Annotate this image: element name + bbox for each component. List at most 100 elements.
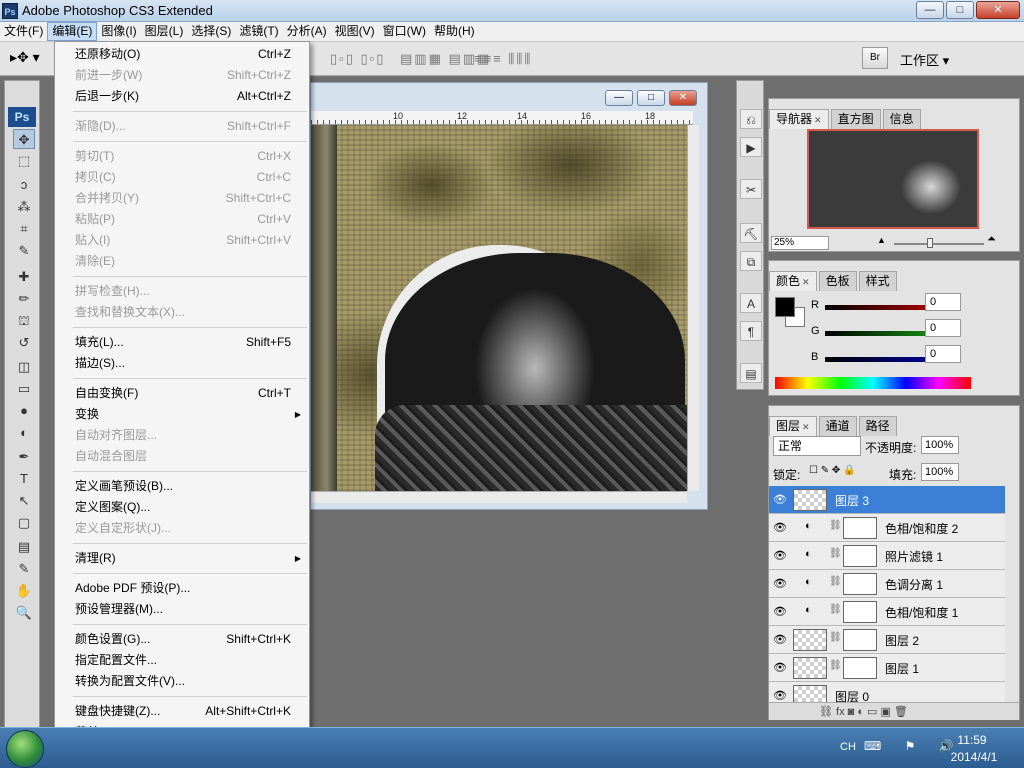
color-spectrum[interactable] [775,377,971,389]
zoom-slider[interactable] [894,243,984,245]
eye-icon[interactable]: 👁 [773,605,787,618]
bridge-button[interactable]: Br [862,47,888,69]
edit-menu-item[interactable]: 后退一步(K) Alt+Ctrl+Z [55,86,309,107]
tab-paths[interactable]: 路径 [858,416,897,436]
menu-8[interactable]: 窗口(W) [379,22,430,41]
language-indicator[interactable]: CH [840,741,856,753]
tab-layers[interactable]: 图层 ✕ [769,416,817,436]
vertical-scrollbar[interactable] [687,125,699,491]
zoom-slider-handle[interactable] [927,238,933,248]
edit-menu-item[interactable]: Adobe PDF 预设(P)... [55,578,309,599]
edit-menu-item[interactable]: 键盘快捷键(Z)... Alt+Shift+Ctrl+K [55,701,309,722]
menu-9[interactable]: 帮助(H) [430,22,479,41]
brush-icon[interactable]: ✏ [13,289,35,309]
edit-menu-item[interactable]: 描边(S)... [55,353,309,374]
type-icon[interactable]: T [13,469,35,489]
paragraph-icon[interactable]: ¶ [740,321,762,341]
eye-icon[interactable]: 👁 [773,689,787,702]
healing-icon[interactable]: ✚ [13,267,35,287]
tab-navigator[interactable]: 导航器 ✕ [769,109,829,129]
dodge-icon[interactable]: ◐ [13,423,35,443]
link-icon[interactable]: ⛓ [829,548,842,559]
menu-1[interactable]: 编辑(E) [47,22,98,41]
layer-mask-thumbnail[interactable] [843,657,877,679]
start-button[interactable] [6,730,44,768]
layer-row[interactable]: 👁 图层 3 [769,486,1005,514]
shape-icon[interactable]: ▢ [13,513,35,533]
layer-mask-thumbnail[interactable] [843,517,877,539]
edit-menu-item[interactable]: 清理(R) ▶ [55,548,309,569]
menu-4[interactable]: 选择(S) [187,22,235,41]
gradient-icon[interactable]: ▭ [13,379,35,399]
close-button[interactable]: ✕ [976,1,1020,19]
blend-mode-select[interactable]: 正常 [773,436,861,456]
doc-maximize-button[interactable]: □ [637,90,665,106]
lock-icons[interactable]: ☐ ✎ ✥ 🔒 [809,465,856,476]
eyedropper-icon[interactable]: ✎ [13,241,35,261]
edit-menu-item[interactable]: 自由变换(F) Ctrl+T [55,383,309,404]
edit-menu-item[interactable]: 预设管理器(M)... [55,599,309,620]
link-icon[interactable]: ⛓ [829,632,842,643]
edit-menu-item[interactable]: 转换为配置文件(V)... [55,671,309,692]
eraser-icon[interactable]: ◫ [13,357,35,377]
lasso-icon[interactable]: ↄ [13,175,35,195]
tab-styles[interactable]: 样式 [858,271,897,291]
layer-thumbnail[interactable] [793,489,827,511]
tab-color[interactable]: 颜色 ✕ [769,271,817,291]
edit-menu-item[interactable]: 变换 ▶ [55,404,309,425]
distribute-buttons[interactable]: ≡≡≡ ⫼⫼⫼ [474,51,532,67]
menu-3[interactable]: 图层(L) [141,22,188,41]
pen-icon[interactable]: ✒ [13,447,35,467]
eye-icon[interactable]: 👁 [773,549,787,562]
tool-preset-picker[interactable]: ▸✥ ▾ [10,49,48,69]
image-canvas[interactable] [311,125,687,491]
fill-field[interactable]: 100% [921,463,959,481]
maximize-button[interactable]: □ [946,1,974,19]
zoom-in-icon[interactable]: ⏶ [987,233,996,246]
layer-mask-thumbnail[interactable] [843,601,877,623]
notes-icon[interactable]: ▤ [13,537,35,557]
minimize-button[interactable]: — [916,1,944,19]
tab-info[interactable]: 信息 [882,109,921,129]
clone-icon[interactable]: ⧉ [740,251,762,271]
navigator-thumbnail[interactable] [807,129,979,229]
channel-value-field[interactable]: 0 [925,293,961,311]
brushes-icon[interactable]: ⛏ [740,223,762,243]
marquee-icon[interactable]: ⬚ [13,151,35,171]
blur-icon[interactable]: ● [13,401,35,421]
menu-7[interactable]: 视图(V) [331,22,379,41]
stamp-icon[interactable]: ⛫ [13,311,35,331]
menu-5[interactable]: 滤镜(T) [235,22,282,41]
close-icon[interactable]: ✕ [814,115,822,125]
layer-row[interactable]: 👁 ⛓ 图层 2 [769,626,1005,654]
menu-2[interactable]: 图像(I) [97,22,140,41]
eye-icon[interactable]: 👁 [773,521,787,534]
clock-time[interactable]: 11:59 [952,733,992,747]
edit-menu-item[interactable]: 定义画笔预设(B)... [55,476,309,497]
layer-footer-icons[interactable]: ⛓ fx ◙ ◐ ▭ ▣ 🗑 [819,705,908,718]
close-icon[interactable]: ✕ [802,422,810,432]
actions-icon[interactable]: ▶ [740,137,762,157]
eye-icon[interactable]: 👁 [773,661,787,674]
layer-mask-thumbnail[interactable] [843,573,877,595]
layer-row[interactable]: 👁 ⛓ 图层 1 [769,654,1005,682]
doc-minimize-button[interactable]: — [605,90,633,106]
path-select-icon[interactable]: ↖ [13,491,35,511]
eye-icon[interactable]: 👁 [773,577,787,590]
channel-value-field[interactable]: 0 [925,319,961,337]
edit-menu-item[interactable]: 指定配置文件... [55,650,309,671]
link-icon[interactable]: ⛓ [829,660,842,671]
notes-icon[interactable]: ▤ [740,363,762,383]
magic-wand-icon[interactable]: ⁂ [13,197,35,217]
menu-0[interactable]: 文件(F) [0,22,47,41]
tab-swatches[interactable]: 色板 [818,271,857,291]
character-icon[interactable]: A [740,293,762,313]
workspace-menu[interactable]: 工作区 ▾ [900,50,949,69]
zoom-field[interactable]: 25% [771,236,829,250]
eye-icon[interactable]: 👁 [773,633,787,646]
foreground-color-swatch[interactable] [775,297,795,317]
edit-menu-item[interactable]: 还原移动(O) Ctrl+Z [55,44,309,65]
layer-mask-thumbnail[interactable] [843,629,877,651]
doc-close-button[interactable]: ✕ [669,90,697,106]
layer-row[interactable]: 👁 ◐ ⛓ 色调分离 1 [769,570,1005,598]
